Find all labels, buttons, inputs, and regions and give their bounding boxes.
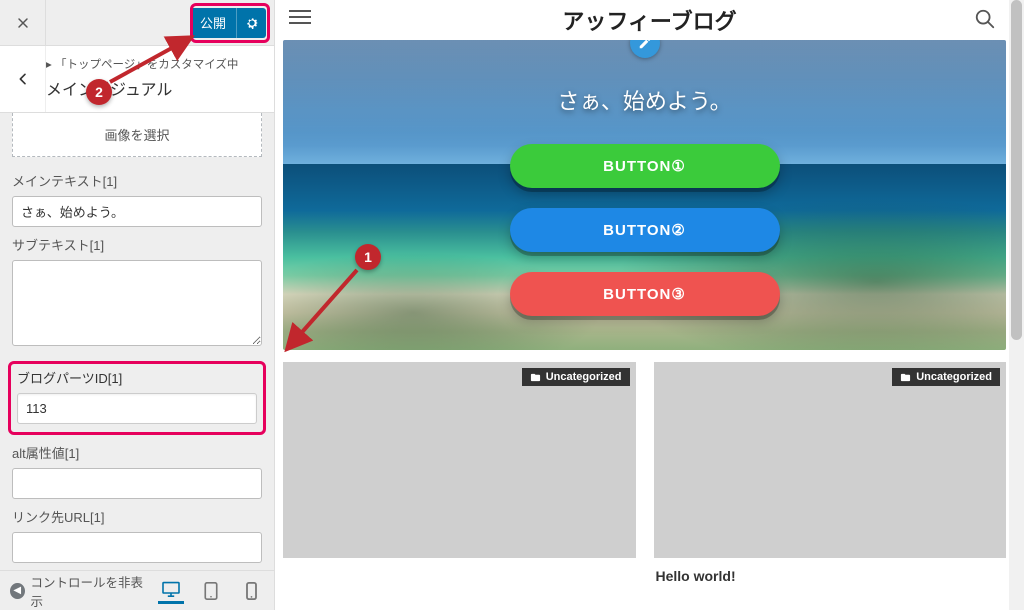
section-header: ▸ 「トップページ」をカスタマイズ中 メインビジュアル xyxy=(0,46,274,113)
input-blogparts-id[interactable] xyxy=(17,393,257,424)
back-button[interactable] xyxy=(0,46,46,112)
breadcrumb-text: 「トップページ」をカスタマイズ中 xyxy=(55,59,238,71)
preview-scrollbar[interactable] xyxy=(1009,0,1024,610)
collapse-label: コントロールを非表示 xyxy=(31,572,144,610)
input-link-url[interactable] xyxy=(12,532,262,563)
desktop-icon xyxy=(161,581,181,597)
menu-button[interactable] xyxy=(289,10,311,24)
tablet-icon xyxy=(204,582,218,600)
customizer-sidebar: 公開 ▸ 「トップページ」をカスタマイズ中 メインビジュアル 画像を選択 メイン… xyxy=(0,0,275,610)
category-label: Uncategorized xyxy=(916,371,992,383)
sidebar-topbar: 公開 xyxy=(0,0,274,46)
device-tablet-button[interactable] xyxy=(198,578,224,604)
collapse-controls-button[interactable]: ◀ コントロールを非表示 xyxy=(10,572,144,610)
collapse-icon: ◀ xyxy=(10,583,25,599)
label-link-url: リンク先URL[1] xyxy=(12,507,262,526)
preview-pane: アッフィーブログ さぁ、始めよう。 BUTTON① BUTTON② BUTTON… xyxy=(275,0,1024,610)
post-thumbnail: Uncategorized xyxy=(283,362,636,558)
input-alt[interactable] xyxy=(12,468,262,499)
label-blogparts-id: ブログパーツID[1] xyxy=(17,368,257,387)
sidebar-footer: ◀ コントロールを非表示 xyxy=(0,570,274,610)
app-root: 公開 ▸ 「トップページ」をカスタマイズ中 メインビジュアル 画像を選択 メイン… xyxy=(0,0,1024,610)
chevron-left-icon xyxy=(15,71,31,87)
search-button[interactable] xyxy=(974,8,996,35)
search-icon xyxy=(974,8,996,30)
post-card[interactable]: Uncategorized Hello world! xyxy=(654,362,1007,584)
input-main-text[interactable] xyxy=(12,196,262,227)
label-sub-text: サブテキスト[1] xyxy=(12,235,262,254)
label-alt: alt属性値[1] xyxy=(12,443,262,462)
hero-button-1[interactable]: BUTTON① xyxy=(510,144,780,188)
post-cards: Uncategorized Uncategorized Hello world! xyxy=(275,350,1024,584)
category-tag[interactable]: Uncategorized xyxy=(892,368,1000,386)
post-title: Hello world! xyxy=(654,558,1007,584)
folder-icon xyxy=(900,372,911,383)
image-select-button[interactable]: 画像を選択 xyxy=(12,113,262,157)
hero-button-3[interactable]: BUTTON③ xyxy=(510,272,780,316)
device-mobile-button[interactable] xyxy=(238,578,264,604)
device-desktop-button[interactable] xyxy=(158,578,184,604)
hero-visual: さぁ、始めよう。 BUTTON① BUTTON② BUTTON③ xyxy=(283,40,1006,350)
breadcrumb: ▸ 「トップページ」をカスタマイズ中 xyxy=(46,56,264,72)
section-title: メインビジュアル xyxy=(46,76,264,100)
scrollbar-thumb[interactable] xyxy=(1011,0,1022,340)
post-thumbnail: Uncategorized xyxy=(654,362,1007,558)
label-main-text: メインテキスト[1] xyxy=(12,171,262,190)
site-title: アッフィーブログ xyxy=(562,4,736,36)
annotation-highlight-blogparts: ブログパーツID[1] xyxy=(8,361,266,435)
hero-content: さぁ、始めよう。 BUTTON① BUTTON② BUTTON③ xyxy=(283,40,1006,350)
category-label: Uncategorized xyxy=(546,371,622,383)
sidebar-body: 画像を選択 メインテキスト[1] サブテキスト[1] ブログパーツID[1] a… xyxy=(0,113,274,570)
hero-button-2[interactable]: BUTTON② xyxy=(510,208,780,252)
publish-settings-button[interactable] xyxy=(236,8,266,38)
publish-button-group: 公開 xyxy=(190,8,266,38)
folder-icon xyxy=(530,372,541,383)
category-tag[interactable]: Uncategorized xyxy=(522,368,630,386)
post-title xyxy=(283,558,636,568)
close-customizer-button[interactable] xyxy=(0,0,46,46)
close-icon xyxy=(15,15,31,31)
preview-site-header: アッフィーブログ xyxy=(275,0,1024,40)
publish-button[interactable]: 公開 xyxy=(190,8,236,38)
pencil-icon xyxy=(638,40,652,50)
gear-icon xyxy=(244,15,260,31)
hero-main-text: さぁ、始めよう。 xyxy=(557,84,731,116)
mobile-icon xyxy=(246,582,257,600)
input-sub-text[interactable] xyxy=(12,260,262,346)
post-card[interactable]: Uncategorized xyxy=(283,362,636,584)
